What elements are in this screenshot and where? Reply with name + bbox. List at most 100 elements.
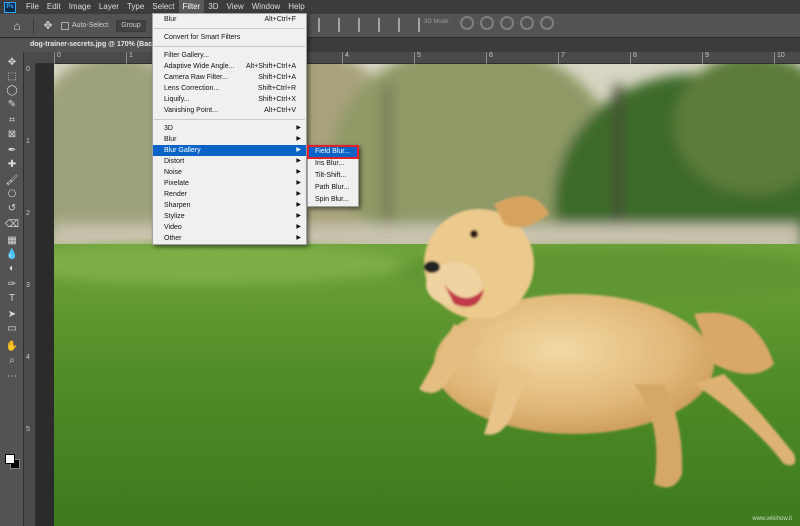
blur-gallery-item-path-blur[interactable]: Path Blur... [308,182,358,194]
distribute-icon[interactable] [378,18,388,32]
move-tool-options-icon[interactable]: ✥ [39,19,57,32]
marquee-icon[interactable]: ⬚ [4,70,20,84]
submenu-arrow-icon: ▶ [296,224,301,230]
submenu-arrow-icon: ▶ [296,147,301,153]
distribute-center-icon[interactable] [398,18,408,32]
menu-window[interactable]: Window [248,0,284,14]
history-brush-icon[interactable]: ↺ [4,202,20,216]
gradient-icon[interactable]: ▦ [4,234,20,248]
menu-help[interactable]: Help [284,0,308,14]
type-icon[interactable]: T [4,292,20,306]
menu-view[interactable]: View [223,0,248,14]
menu-item-label: Liquify... [164,96,190,103]
auto-select-checkbox[interactable] [61,21,69,30]
menu-type[interactable]: Type [123,0,148,14]
crop-icon[interactable]: ⌗ [4,114,20,128]
pan-3d-icon[interactable] [500,16,514,30]
blur-gallery-item-field-blur[interactable]: Field Blur... [307,145,359,159]
ruler-tick-label: 7 [558,52,565,64]
pen-icon[interactable]: ✑ [4,278,20,292]
menu-item-shortcut: Shift+Ctrl+R [257,85,296,92]
filter-menu-item-blur[interactable]: Blur ▶ [153,134,306,145]
brush-icon[interactable]: 🖌 [4,174,20,188]
submenu-arrow-icon: ▶ [296,125,301,131]
menu-image[interactable]: Image [65,0,95,14]
ruler-vertical[interactable]: 0 1 2 3 4 5 [24,64,36,526]
filter-menu-item-liquify[interactable]: Liquify... Shift+Ctrl+X [153,94,306,105]
auto-select-target-dropdown[interactable]: Group [116,19,146,32]
path-select-icon[interactable]: ➤ [4,308,20,322]
ruler-tick-label: 3 [26,282,30,289]
menu-item-shortcut: Alt+Shift+Ctrl+A [246,63,296,70]
filter-menu-item-blur-gallery[interactable]: Blur Gallery ▶ [153,145,306,156]
filter-menu-item-camera-raw-filter[interactable]: Camera Raw Filter... Shift+Ctrl+A [153,72,306,83]
3d-mode-label: 3D Mode: [424,19,451,25]
menu-edit[interactable]: Edit [43,0,65,14]
menu-select[interactable]: Select [148,0,178,14]
filter-menu-item-render[interactable]: Render ▶ [153,189,306,200]
orbit-3d-icon[interactable] [460,16,474,30]
quick-select-icon[interactable]: ✎ [4,98,20,112]
menu-item-label: Other [164,235,182,242]
menu-separator [154,28,305,29]
filter-menu-item-filter-gallery[interactable]: Filter Gallery... [153,50,306,61]
submenu-arrow-icon: ▶ [296,202,301,208]
move-icon[interactable]: ✥ [4,56,20,70]
blur-tool-icon[interactable]: 💧 [4,248,20,262]
filter-menu-item-noise[interactable]: Noise ▶ [153,167,306,178]
slide-3d-icon[interactable] [520,16,534,30]
foreground-color-swatch[interactable] [5,454,15,464]
filter-menu-item-video[interactable]: Video ▶ [153,222,306,233]
menu-item-label: Vanishing Point... [164,107,218,114]
blur-gallery-item-tilt-shift[interactable]: Tilt-Shift... [308,170,358,182]
rectangle-icon[interactable]: ▭ [4,322,20,336]
hand-icon[interactable]: ✋ [4,340,20,354]
menu-item-label: Blur Gallery [164,147,201,154]
ruler-horizontal[interactable]: 012345678910 [36,52,800,64]
3d-mode-buttons [460,16,554,30]
roll-3d-icon[interactable] [480,16,494,30]
healing-brush-icon[interactable]: ✚ [4,158,20,172]
menu-3d[interactable]: 3D [204,0,222,14]
document-canvas[interactable]: www.wikihow.it [36,64,800,526]
eraser-icon[interactable]: ⌫ [4,218,20,232]
menu-item-shortcut: Alt+Ctrl+V [264,107,296,114]
scale-3d-icon[interactable] [540,16,554,30]
ruler-tick-label: 8 [630,52,637,64]
frame-icon[interactable]: ⊠ [4,128,20,142]
ruler-tick-label: 5 [414,52,421,64]
filter-menu-item-adaptive-wide-angle[interactable]: Adaptive Wide Angle... Alt+Shift+Ctrl+A [153,61,306,72]
eyedropper-icon[interactable]: ✒ [4,144,20,158]
filter-menu-item-sharpen[interactable]: Sharpen ▶ [153,200,306,211]
blur-gallery-item-iris-blur[interactable]: Iris Blur... [308,158,358,170]
filter-menu-item-lens-correction[interactable]: Lens Correction... Shift+Ctrl+R [153,83,306,94]
blur-gallery-item-spin-blur[interactable]: Spin Blur... [308,194,358,206]
lasso-icon[interactable]: ◯ [4,84,20,98]
more-tools-icon[interactable]: ⋯ [4,370,20,384]
filter-menu-item-blur-last[interactable]: Blur Alt+Ctrl+F [153,14,306,25]
align-left-icon[interactable] [318,18,328,32]
filter-menu-dropdown: Blur Alt+Ctrl+F Convert for Smart Filters F… [152,13,307,245]
filter-menu-item-stylize[interactable]: Stylize ▶ [153,211,306,222]
clone-stamp-icon[interactable]: ⎔ [4,188,20,202]
filter-menu-item-pixelate[interactable]: Pixelate ▶ [153,178,306,189]
filter-menu-item-distort[interactable]: Distort ▶ [153,156,306,167]
zoom-icon[interactable]: ⌕ [4,354,20,368]
home-icon[interactable]: ⌂ [6,15,28,37]
filter-menu-item-other[interactable]: Other ▶ [153,233,306,244]
align-center-icon[interactable] [338,18,348,32]
filter-menu-item-vanishing-point[interactable]: Vanishing Point... Alt+Ctrl+V [153,105,306,116]
menu-item-label: Blur [164,136,177,143]
menu-item-label: Render [164,191,187,198]
menu-item-label: Blur [164,16,177,23]
menu-filter[interactable]: Filter [178,0,205,14]
menu-file[interactable]: File [22,0,43,14]
toolbox: ✥ ⬚ ◯ ✎ ⌗ ⊠ ✒ ✚ 🖌 ⎔ ↺ ⌫ ▦ 💧 ◐ ✑ T ➤ ▭ ✋ ⌕ ⋯ [0,52,24,526]
document-tab-bar: dog-trainer-secrets.jpg @ 170% (Backgr..… [24,38,800,52]
align-right-icon[interactable] [358,18,368,32]
filter-menu-item-convert-for-smart-filters[interactable]: Convert for Smart Filters [153,32,306,43]
ruler-tick-label: 0 [26,66,30,73]
menu-layer[interactable]: Layer [95,0,123,14]
filter-menu-item-3d[interactable]: 3D ▶ [153,123,306,134]
dodge-icon[interactable]: ◐ [4,262,20,276]
